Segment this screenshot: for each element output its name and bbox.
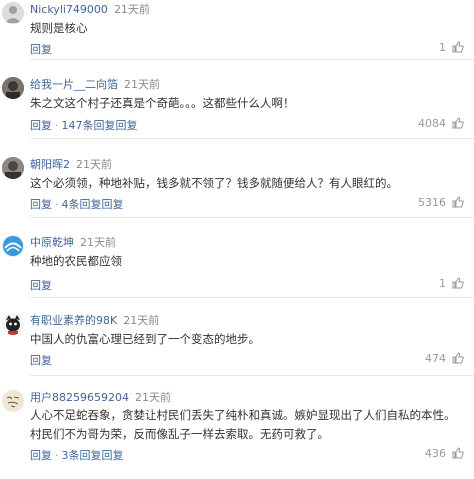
view-replies-link[interactable]: 4条回复	[62, 198, 102, 211]
like-count[interactable]: 1	[439, 41, 464, 56]
avatar[interactable]	[2, 157, 24, 179]
comment-item: 有职业素养的98K 21天前 中国人的仇富心理已经到了一个变态的地步。 回复 47…	[0, 311, 474, 381]
divider	[30, 375, 474, 376]
comment-text: 朱之文这个村子还真是个奇葩。。。这都些什么人啊！	[30, 96, 295, 110]
like-count[interactable]: 474	[425, 352, 464, 367]
comment-meta: Nickyli749000 21天前	[30, 1, 150, 17]
username[interactable]: 用户88259659204	[30, 391, 129, 404]
timestamp: 21天前	[113, 3, 150, 16]
comment-item: 中原乾坤 21天前 种地的农民都应领 回复 1	[0, 233, 474, 303]
default-avatar-icon	[5, 6, 21, 23]
comment-text: 人心不足蛇吞象，贪婪让村民们丢失了纯朴和真诚。嫉妒显现出了人们自私的本性。村民们…	[30, 408, 456, 441]
divider	[30, 217, 474, 218]
username[interactable]: 给我一片__二向箔	[30, 78, 118, 91]
comment-actions: 回复	[30, 41, 52, 57]
timestamp: 21天前	[123, 314, 160, 327]
like-number: 4084	[418, 117, 446, 130]
reply-button[interactable]: 回复	[102, 198, 124, 211]
avatar[interactable]	[2, 390, 24, 412]
comment-meta: 中原乾坤 21天前	[30, 234, 116, 250]
comment-text: 规则是核心	[30, 21, 88, 35]
comment-item: 用户88259659204 21天前 人心不足蛇吞象，贪婪让村民们丢失了纯朴和真诚…	[0, 388, 474, 479]
thumb-up-icon[interactable]	[452, 117, 464, 132]
separator-dot: ·	[55, 198, 59, 211]
reply-button[interactable]: 回复	[30, 119, 52, 132]
like-count[interactable]: 1	[439, 277, 464, 292]
separator-dot: ·	[55, 449, 59, 462]
divider	[30, 138, 474, 139]
username[interactable]: 有职业素养的98K	[30, 314, 117, 327]
like-number: 436	[425, 447, 446, 460]
comment-actions: 回复	[30, 352, 52, 368]
thumb-up-icon[interactable]	[452, 196, 464, 211]
comment-text: 这个必须领，种地补贴，钱多就不领了？钱多就随便给人？有人眼红的。	[30, 176, 398, 190]
timestamp: 21天前	[124, 78, 160, 91]
divider	[30, 59, 474, 60]
separator-dot: ·	[55, 119, 59, 132]
comment-item: Nickyli749000 21天前 规则是核心 回复 1	[0, 0, 474, 60]
reply-button[interactable]: 回复	[30, 198, 52, 211]
thumb-up-icon[interactable]	[452, 447, 464, 462]
avatar[interactable]	[2, 235, 24, 257]
reply-button[interactable]: 回复	[30, 354, 52, 367]
timestamp: 21天前	[134, 391, 171, 404]
username[interactable]: 朝阳晖2	[30, 158, 70, 171]
reply-button[interactable]: 回复	[30, 279, 52, 292]
photo-avatar-icon	[2, 157, 24, 179]
like-count[interactable]: 436	[425, 447, 464, 462]
calligraphy-avatar-icon	[2, 390, 24, 412]
reply-button[interactable]: 回复	[30, 43, 52, 56]
comment-actions: 回复	[30, 277, 52, 293]
comment-meta: 朝阳晖2 21天前	[30, 156, 112, 172]
like-number: 1	[439, 41, 446, 54]
timestamp: 21天前	[76, 158, 112, 171]
like-number: 474	[425, 352, 446, 365]
comment-text: 中国人的仇富心理已经到了一个变态的地步。	[30, 332, 260, 346]
view-replies-link[interactable]: 3条回复	[62, 449, 102, 462]
comment-item: 朝阳晖2 21天前 这个必须领，种地补贴，钱多就不领了？钱多就随便给人？有人眼红的…	[0, 155, 474, 225]
avatar[interactable]	[2, 313, 24, 335]
thumb-up-icon[interactable]	[452, 277, 464, 292]
comment-text: 种地的农民都应领	[30, 254, 122, 268]
view-replies-link[interactable]: 147条回复	[62, 119, 116, 132]
like-count[interactable]: 5316	[418, 196, 464, 211]
comment-meta: 用户88259659204 21天前	[30, 389, 171, 405]
like-count[interactable]: 4084	[418, 117, 464, 132]
thumb-up-icon[interactable]	[452, 352, 464, 367]
reply-button[interactable]: 回复	[116, 119, 138, 132]
comment-actions: 回复 · 3条回复回复	[30, 447, 124, 463]
comment-meta: 给我一片__二向箔 21天前	[30, 76, 160, 92]
photo-avatar-icon	[2, 77, 24, 99]
thumb-up-icon[interactable]	[452, 41, 464, 56]
username[interactable]: Nickyli749000	[30, 3, 108, 16]
globe-avatar-icon	[3, 236, 23, 256]
timestamp: 21天前	[80, 236, 116, 249]
reply-button[interactable]: 回复	[30, 449, 52, 462]
reply-button[interactable]: 回复	[102, 449, 124, 462]
comment-meta: 有职业素养的98K 21天前	[30, 312, 159, 328]
like-number: 1	[439, 277, 446, 290]
divider	[30, 297, 474, 298]
comment-item: 给我一片__二向箔 21天前 朱之文这个村子还真是个奇葩。。。这都些什么人啊！ 回…	[0, 75, 474, 145]
like-number: 5316	[418, 196, 446, 209]
username[interactable]: 中原乾坤	[30, 236, 74, 249]
avatar[interactable]	[2, 77, 24, 99]
comment-actions: 回复 · 4条回复回复	[30, 196, 124, 212]
cartoon-avatar-icon	[2, 313, 24, 335]
comment-actions: 回复 · 147条回复回复	[30, 117, 138, 133]
avatar[interactable]	[2, 2, 24, 24]
